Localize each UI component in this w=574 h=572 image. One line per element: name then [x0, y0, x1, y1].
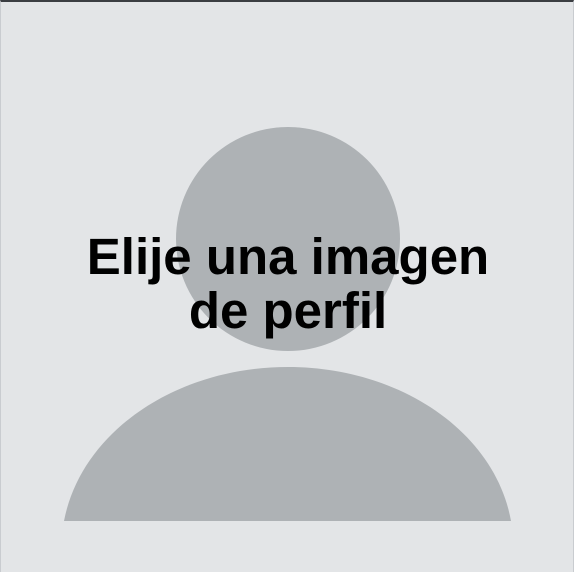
prompt-line-1: Elije una imagen: [86, 228, 490, 285]
choose-profile-image-label: Elije una imagen de perfil: [1, 230, 574, 338]
prompt-line-2: de perfil: [188, 282, 388, 339]
profile-image-picker[interactable]: Elije una imagen de perfil: [0, 0, 574, 572]
silhouette-body: [64, 367, 511, 521]
